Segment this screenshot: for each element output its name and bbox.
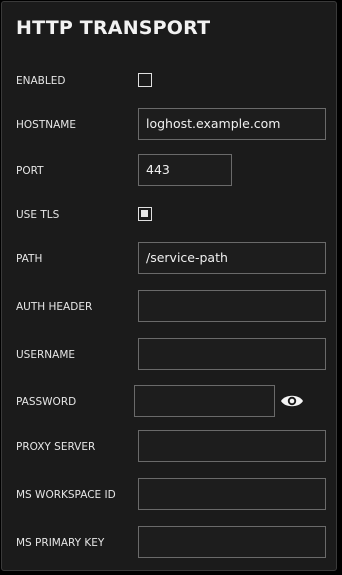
hostname-row: HOSTNAME loghost.example.com <box>2 108 338 142</box>
use-tls-checkbox[interactable] <box>138 207 152 221</box>
enabled-label: ENABLED <box>16 75 66 87</box>
proxy-server-row: PROXY SERVER <box>2 430 338 464</box>
username-label: USERNAME <box>16 349 76 361</box>
ms-workspace-id-input[interactable] <box>138 478 326 510</box>
use-tls-label: USE TLS <box>16 209 60 221</box>
path-row: PATH /service-path <box>2 242 338 276</box>
proxy-server-input[interactable] <box>138 430 326 462</box>
enabled-row: ENABLED <box>2 64 338 98</box>
eye-icon <box>281 395 303 407</box>
http-transport-panel: HTTP TRANSPORT ENABLED HOSTNAME loghost.… <box>1 1 337 571</box>
panel-title: HTTP TRANSPORT <box>16 17 211 39</box>
hostname-input[interactable]: loghost.example.com <box>138 108 326 140</box>
show-password-button[interactable] <box>280 391 304 411</box>
password-label: PASSWORD <box>16 396 77 408</box>
ms-workspace-id-row: MS WORKSPACE ID <box>2 478 338 512</box>
use-tls-row: USE TLS <box>2 198 338 232</box>
hostname-label: HOSTNAME <box>16 119 76 131</box>
port-input[interactable]: 443 <box>138 154 232 186</box>
use-tls-checkmark <box>141 210 148 217</box>
port-label: PORT <box>16 165 44 177</box>
auth-header-label: AUTH HEADER <box>16 301 93 313</box>
enabled-checkbox[interactable] <box>138 73 152 87</box>
auth-header-input[interactable] <box>138 290 326 322</box>
ms-primary-key-input[interactable] <box>138 526 326 558</box>
ms-primary-key-label: MS PRIMARY KEY <box>16 537 105 549</box>
password-row: PASSWORD <box>2 385 338 419</box>
ms-primary-key-row: MS PRIMARY KEY <box>2 526 338 560</box>
path-input[interactable]: /service-path <box>138 242 326 274</box>
password-input[interactable] <box>134 385 275 417</box>
path-label: PATH <box>16 253 43 265</box>
username-input[interactable] <box>138 338 326 370</box>
proxy-server-label: PROXY SERVER <box>16 441 96 453</box>
username-row: USERNAME <box>2 338 338 372</box>
ms-workspace-id-label: MS WORKSPACE ID <box>16 489 116 501</box>
port-row: PORT 443 <box>2 154 338 188</box>
auth-header-row: AUTH HEADER <box>2 290 338 324</box>
